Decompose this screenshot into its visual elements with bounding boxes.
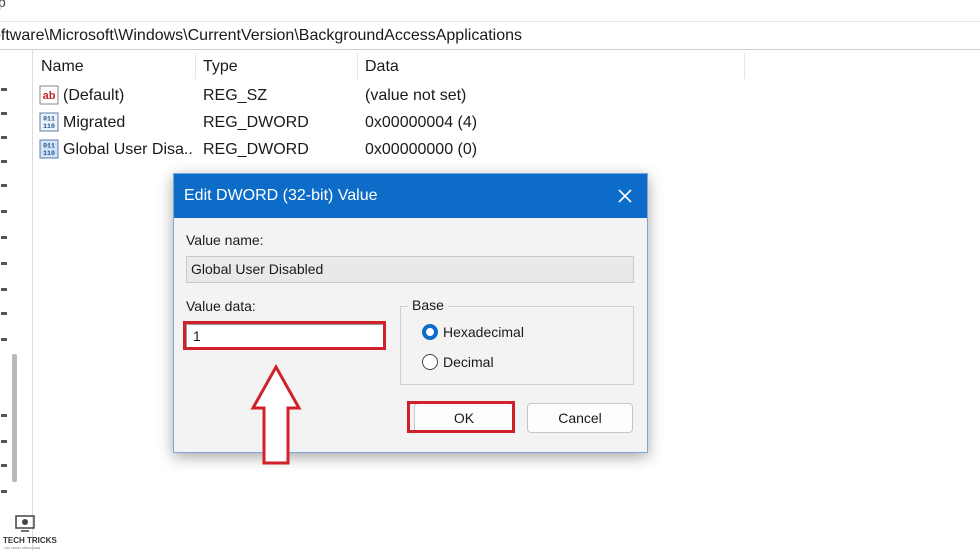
address-path: oftware\Microsoft\Windows\CurrentVersion… (0, 27, 523, 44)
cancel-button-label: Cancel (558, 410, 602, 426)
list-header: Name Type Data (33, 53, 745, 79)
tree-line (1, 288, 7, 291)
tree-line (1, 112, 7, 115)
table-row[interactable]: 011 110 Migrated REG_DWORD 0x00000004 (4… (33, 109, 745, 136)
dialog-title: Edit DWORD (32-bit) Value (184, 187, 378, 204)
svg-text:ab: ab (43, 90, 56, 102)
tree-line (1, 88, 7, 91)
tree-line (1, 440, 7, 443)
svg-text:110: 110 (43, 123, 55, 130)
edit-dword-dialog: Edit DWORD (32-bit) Value Value name: Gl… (173, 173, 648, 465)
value-type: REG_DWORD (203, 114, 309, 131)
binary-value-icon: 011 110 (39, 112, 59, 132)
tree-line (1, 236, 7, 239)
tree-line (1, 490, 7, 493)
tree-line (1, 184, 7, 187)
value-name-label: Value name: (186, 232, 264, 248)
hexadecimal-label[interactable]: Hexadecimal (443, 324, 524, 340)
tree-line (1, 338, 7, 341)
column-header-type[interactable]: Type (195, 53, 358, 79)
tree-line (1, 136, 7, 139)
svg-text:011: 011 (43, 143, 55, 150)
key-tree-pane[interactable] (0, 50, 33, 551)
tree-line (1, 414, 7, 417)
menu-fragment[interactable]: p (0, 0, 6, 10)
ok-button[interactable]: OK (414, 403, 514, 433)
tree-scrollbar[interactable] (12, 354, 17, 482)
value-name: Migrated (63, 114, 126, 131)
logo-subtext: THỦ THUẬT CÔNG NGHỆ (4, 546, 41, 550)
tree-line (1, 464, 7, 467)
value-name-field: Global User Disabled (186, 256, 634, 283)
column-header-name[interactable]: Name (33, 53, 196, 79)
value-type: REG_SZ (203, 87, 268, 104)
ok-button-label: OK (453, 410, 475, 426)
binary-value-icon: 011 110 (39, 139, 59, 159)
column-header-label: Data (365, 58, 399, 75)
arrow-up-icon (250, 364, 302, 465)
tree-line (1, 160, 7, 163)
column-header-label: Type (203, 58, 238, 75)
decimal-label[interactable]: Decimal (443, 354, 494, 370)
base-label: Base (408, 297, 448, 313)
svg-text:110: 110 (43, 150, 55, 157)
table-row[interactable]: ab (Default) REG_SZ (value not set) (33, 82, 745, 109)
tree-line (1, 262, 7, 265)
value-name-text: Global User Disabled (191, 261, 324, 277)
tech-tricks-logo: TECH TRICKS THỦ THUẬT CÔNG NGHỆ (2, 514, 57, 550)
table-row[interactable]: 011 110 Global User Disa... REG_DWORD 0x… (33, 136, 745, 163)
address-bar[interactable]: oftware\Microsoft\Windows\CurrentVersion… (0, 21, 980, 50)
value-data-cell: (value not set) (365, 87, 467, 104)
tree-line (1, 312, 7, 315)
decimal-radio[interactable] (422, 354, 438, 370)
hexadecimal-radio[interactable] (422, 324, 438, 340)
value-name: (Default) (63, 87, 125, 104)
value-type: REG_DWORD (203, 141, 309, 158)
cancel-button[interactable]: Cancel (527, 403, 633, 433)
svg-text:011: 011 (43, 116, 55, 123)
logo-text: TECH TRICKS (3, 536, 57, 545)
base-group (400, 306, 634, 385)
value-name: Global User Disa... (63, 141, 193, 158)
logo-icon (15, 515, 35, 532)
value-data-text: 1 (193, 328, 201, 344)
column-header-data[interactable]: Data (357, 53, 745, 79)
value-data-label: Value data: (186, 298, 256, 314)
value-data-input[interactable]: 1 (186, 324, 384, 348)
column-header-label: Name (41, 58, 84, 75)
menu-bar: p (0, 0, 980, 20)
string-value-icon: ab (39, 85, 59, 105)
close-icon[interactable] (615, 186, 635, 206)
dialog-title-bar[interactable]: Edit DWORD (32-bit) Value (174, 174, 647, 218)
tree-line (1, 210, 7, 213)
value-data-cell: 0x00000000 (0) (365, 141, 478, 158)
value-data-cell: 0x00000004 (4) (365, 114, 478, 131)
